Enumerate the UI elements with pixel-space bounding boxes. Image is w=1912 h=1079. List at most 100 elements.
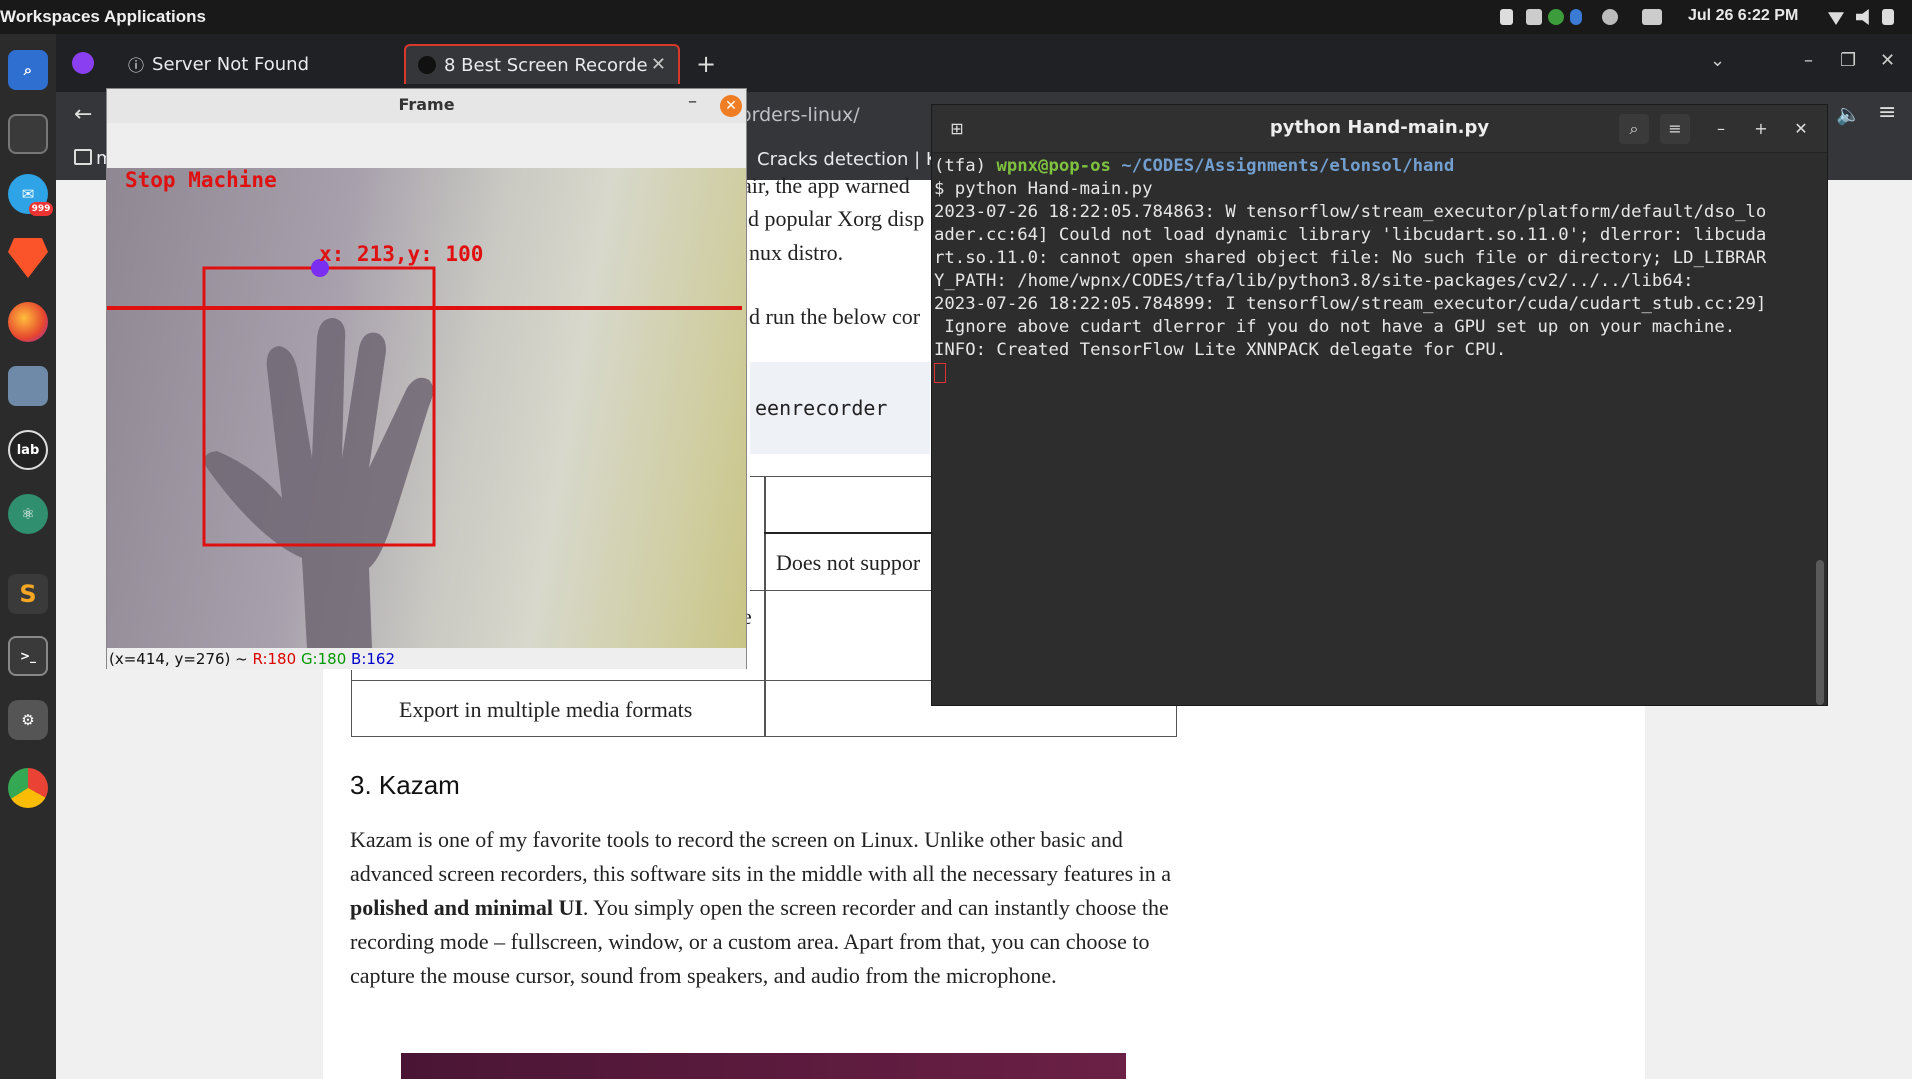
workspaces-applications-label[interactable]: Workspaces Applications <box>0 7 206 27</box>
search-icon[interactable]: ⌕ <box>1619 114 1649 144</box>
output-line: rt.so.11.0: cannot open shared object fi… <box>934 248 1767 268</box>
terminal-headerbar[interactable]: ⊞ python Hand-main.py ⌕ ≡ – + ✕ <box>932 105 1827 153</box>
table-cell: Does not suppor <box>776 550 921 575</box>
browser-tab-strip: ⓘ Server Not Found ✕ 8 Best Screen Recor… <box>56 34 1912 92</box>
close-window-icon[interactable]: ✕ <box>1880 50 1895 71</box>
output-line: Y_PATH: /home/wpnx/CODES/tfa/lib/python3… <box>934 271 1694 291</box>
table-border <box>750 590 931 591</box>
code-text: eenrecorder <box>755 396 888 420</box>
article-text-fragment: nux distro. <box>749 240 844 265</box>
sublime-text-icon[interactable]: S <box>8 574 48 614</box>
brave-browser-icon[interactable] <box>8 238 48 278</box>
search-launcher-icon[interactable]: ⌕ <box>8 50 48 90</box>
wifi-icon[interactable] <box>1828 12 1844 25</box>
terminal-scrollbar[interactable] <box>1816 560 1824 705</box>
table-border <box>351 670 352 737</box>
settings-icon[interactable]: ⚙ <box>8 700 48 740</box>
app-logo-icon[interactable] <box>72 52 94 74</box>
tab-server-not-found[interactable]: ⓘ Server Not Found ✕ <box>116 44 446 84</box>
output-line: 2023-07-26 18:22:05.784899: I tensorflow… <box>934 294 1767 314</box>
prompt-env: (tfa) <box>934 156 997 176</box>
text-cursor <box>934 363 946 383</box>
hand-silhouette <box>204 318 433 648</box>
close-icon[interactable]: ✕ <box>646 54 666 75</box>
cursor-line <box>934 362 1819 385</box>
firefox-icon[interactable] <box>8 302 48 342</box>
prompt-user: wpnx@pop-os <box>996 156 1111 176</box>
table-border <box>351 736 1177 737</box>
table-cell: Export in multiple media formats <box>399 697 693 722</box>
prompt-line: (tfa) wpnx@pop-os ~/CODES/Assignments/el… <box>934 155 1819 178</box>
site-favicon-icon <box>418 56 436 74</box>
red-value: R:180 <box>252 650 297 668</box>
atom-icon[interactable]: ⚛ <box>8 494 48 534</box>
menu-icon[interactable]: ≡ <box>1660 114 1690 144</box>
camera-feed-overlay <box>107 259 742 648</box>
article-text-fragment: air, the app warned <box>742 173 910 198</box>
dock: ⌕ ✉ 999 lab ⚛ S >_ ⚙ <box>0 34 56 1079</box>
blue-value: B:162 <box>351 650 396 668</box>
minimize-icon[interactable]: – <box>1804 50 1813 71</box>
terminal-output[interactable]: (tfa) wpnx@pop-os ~/CODES/Assignments/el… <box>934 155 1819 385</box>
tab-label: 8 Best Screen Recorders <box>444 54 665 76</box>
coords-label: x: 213,y: 100 <box>319 242 484 266</box>
new-tab-icon[interactable]: + <box>696 50 716 78</box>
close-icon[interactable]: ✕ <box>1786 114 1816 144</box>
article-paragraph: Kazam is one of my favorite tools to rec… <box>350 823 1180 993</box>
minimize-icon[interactable]: – <box>1706 114 1736 144</box>
network-icon[interactable] <box>1602 9 1618 25</box>
command-line: $ python Hand-main.py <box>934 179 1153 199</box>
table-border <box>764 532 931 534</box>
jupyterlab-icon[interactable]: lab <box>8 430 48 470</box>
address-bar-url[interactable]: orders-linux/ <box>740 104 860 126</box>
menu-icon[interactable]: ≡ <box>1878 100 1896 125</box>
prompt-path: ~/CODES/Assignments/elonsol/hand <box>1110 156 1455 176</box>
workspaces-icon[interactable] <box>8 114 48 154</box>
output-line: INFO: Created TensorFlow Lite XNNPACK de… <box>934 340 1507 360</box>
frame-statusbar: (x=414, y=276) ~ R:180 G:180 B:162 <box>107 649 746 669</box>
stop-machine-label: Stop Machine <box>125 168 277 192</box>
terminal-window[interactable]: ⊞ python Hand-main.py ⌕ ≡ – + ✕ (tfa) wp… <box>931 104 1828 706</box>
tab-list-chevron-down-icon[interactable]: ⌄ <box>1710 50 1725 71</box>
screen-icon[interactable] <box>1526 9 1542 25</box>
camera-feed[interactable]: Stop Machine x: 213,y: 100 <box>107 168 746 648</box>
section-heading: 3. Kazam <box>350 770 460 800</box>
status-icon[interactable] <box>1548 9 1564 25</box>
terminal-title: python Hand-main.py <box>1269 117 1490 138</box>
info-icon: ⓘ <box>128 56 145 75</box>
clipboard-icon[interactable] <box>1500 9 1513 25</box>
volume-icon[interactable] <box>1856 9 1869 25</box>
chrome-icon[interactable] <box>8 768 48 808</box>
desktop: Workspaces Applications Jul 26 6:22 PM ⌕… <box>0 0 1912 1079</box>
table-border <box>764 476 766 736</box>
article-text-fragment: d run the below cor <box>749 304 921 329</box>
close-icon[interactable]: ✕ <box>720 95 742 117</box>
frame-titlebar[interactable]: Frame – ✕ <box>107 89 746 123</box>
paragraph-bold-text: polished and minimal UI <box>350 895 583 920</box>
bluetooth-icon[interactable] <box>1570 9 1582 25</box>
cursor-position: (x=414, y=276) ~ <box>109 650 253 668</box>
tab-label: Server Not Found <box>152 53 309 75</box>
speaker-icon[interactable]: 🔈 <box>1836 102 1861 126</box>
top-bar: Workspaces Applications Jul 26 6:22 PM <box>0 0 1912 34</box>
minimize-icon[interactable]: – <box>688 91 697 112</box>
maximize-icon[interactable]: + <box>1746 114 1776 144</box>
table-border <box>750 476 931 477</box>
terminal-icon[interactable]: >_ <box>8 636 48 676</box>
tab-screen-recorders[interactable]: 8 Best Screen Recorders ✕ <box>404 44 680 84</box>
clock[interactable]: Jul 26 6:22 PM <box>1688 7 1798 25</box>
folder-icon[interactable] <box>74 149 92 165</box>
output-line: Ignore above cudart dlerror if you do no… <box>934 317 1736 337</box>
article-text-fragment: d popular Xorg disp <box>748 206 925 231</box>
back-arrow-icon[interactable]: ← <box>74 102 92 127</box>
frame-title: Frame <box>398 95 455 114</box>
frame-window[interactable]: Frame – ✕ Stop Machine x: 213,y: 100 (x=… <box>106 88 747 669</box>
paragraph-text: Kazam is one of my favorite tools to rec… <box>350 827 1172 886</box>
output-line: 2023-07-26 18:22:05.784863: W tensorflow… <box>934 202 1767 222</box>
maximize-icon[interactable]: ❐ <box>1840 50 1856 71</box>
green-value: G:180 <box>300 650 347 668</box>
files-icon[interactable] <box>8 366 48 406</box>
battery-icon[interactable] <box>1882 9 1894 25</box>
bookmark-cracks-detection[interactable]: Cracks detection | Ka <box>757 149 948 170</box>
display-icon[interactable] <box>1642 9 1662 25</box>
